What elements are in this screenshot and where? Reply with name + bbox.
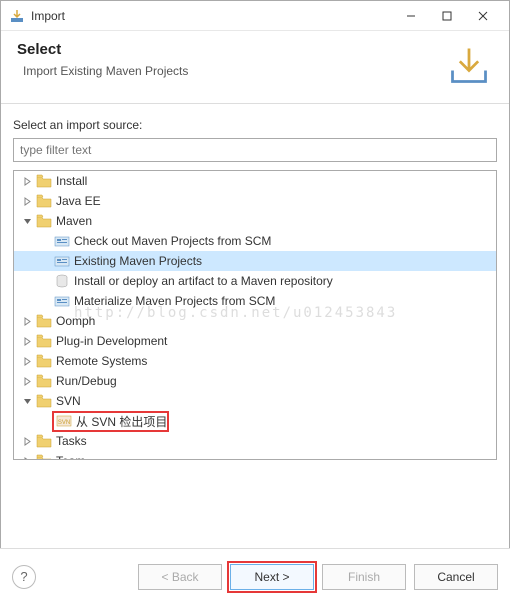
scm-icon xyxy=(54,234,70,248)
tree-item-label: Materialize Maven Projects from SCM xyxy=(74,294,275,308)
tree-item[interactable]: Team xyxy=(14,451,496,460)
folder-icon xyxy=(36,434,52,448)
finish-button[interactable]: Finish xyxy=(322,564,406,590)
wizard-content: Select an import source: Install Java EE M… xyxy=(1,104,509,468)
folder-icon xyxy=(36,214,52,228)
chevron-right-icon[interactable] xyxy=(20,434,34,448)
highlight-box: SVN 从 SVN 检出项目 xyxy=(52,411,169,432)
chevron-right-icon[interactable] xyxy=(20,374,34,388)
import-source-tree[interactable]: Install Java EE Maven Check out Maven Proje… xyxy=(13,170,497,460)
page-subtitle: Import Existing Maven Projects xyxy=(17,64,188,78)
folder-icon xyxy=(36,354,52,368)
tree-item-label: Remote Systems xyxy=(56,354,147,368)
help-button[interactable]: ? xyxy=(12,565,36,589)
import-wizard-icon xyxy=(9,8,25,24)
scm-icon xyxy=(54,254,70,268)
window-titlebar: Import xyxy=(1,1,509,31)
wizard-header: Select Import Existing Maven Projects xyxy=(1,31,509,104)
tree-item[interactable]: SVN xyxy=(14,391,496,411)
chevron-right-icon[interactable] xyxy=(20,454,34,460)
source-label: Select an import source: xyxy=(13,118,497,132)
chevron-right-icon[interactable] xyxy=(20,174,34,188)
close-button[interactable] xyxy=(465,2,501,30)
folder-icon xyxy=(36,334,52,348)
tree-item[interactable]: Existing Maven Projects xyxy=(14,251,496,271)
import-banner-icon xyxy=(445,41,493,89)
tree-item-label: Check out Maven Projects from SCM xyxy=(74,234,271,248)
tree-item-label: Tasks xyxy=(56,434,87,448)
chevron-right-icon[interactable] xyxy=(20,194,34,208)
chevron-right-icon[interactable] xyxy=(20,354,34,368)
tree-item[interactable]: Check out Maven Projects from SCM xyxy=(14,231,496,251)
tree-item[interactable]: Remote Systems xyxy=(14,351,496,371)
button-bar: ? < Back Next > Finish Cancel xyxy=(0,548,510,604)
tree-item-label: SVN xyxy=(56,394,81,408)
chevron-right-icon[interactable] xyxy=(20,314,34,328)
filter-input[interactable] xyxy=(13,138,497,162)
scm-icon xyxy=(54,294,70,308)
tree-item[interactable]: SVN 从 SVN 检出项目 xyxy=(14,411,496,431)
window-title: Import xyxy=(31,9,393,23)
svg-text:SVN: SVN xyxy=(58,420,70,426)
cancel-button[interactable]: Cancel xyxy=(414,564,498,590)
chevron-right-icon[interactable] xyxy=(20,334,34,348)
tree-item-label: Plug-in Development xyxy=(56,334,167,348)
tree-item[interactable]: Install or deploy an artifact to a Maven… xyxy=(14,271,496,291)
tree-item[interactable]: Run/Debug xyxy=(14,371,496,391)
chevron-down-icon[interactable] xyxy=(20,394,34,408)
tree-item[interactable]: Tasks xyxy=(14,431,496,451)
tree-item-label: Java EE xyxy=(56,194,101,208)
tree-item-label: Install or deploy an artifact to a Maven… xyxy=(74,274,333,288)
page-title: Select xyxy=(17,41,188,58)
tree-item-label: Existing Maven Projects xyxy=(74,254,202,268)
tree-item[interactable]: Oomph xyxy=(14,311,496,331)
tree-item[interactable]: Maven xyxy=(14,211,496,231)
tree-item-label: Maven xyxy=(56,214,92,228)
folder-icon xyxy=(36,374,52,388)
folder-icon xyxy=(36,394,52,408)
folder-icon xyxy=(36,174,52,188)
tree-item[interactable]: Plug-in Development xyxy=(14,331,496,351)
tree-item[interactable]: Install xyxy=(14,171,496,191)
tree-item-label: Install xyxy=(56,174,87,188)
folder-icon xyxy=(36,454,52,460)
folder-icon xyxy=(36,314,52,328)
chevron-down-icon[interactable] xyxy=(20,214,34,228)
tree-item-label: 从 SVN 检出项目 xyxy=(76,413,167,430)
next-button[interactable]: Next > xyxy=(230,564,314,590)
tree-item-label: Run/Debug xyxy=(56,374,117,388)
svn-icon: SVN xyxy=(56,414,72,428)
maximize-button[interactable] xyxy=(429,2,465,30)
tree-item-label: Team xyxy=(56,454,85,460)
tree-item-label: Oomph xyxy=(56,314,95,328)
minimize-button[interactable] xyxy=(393,2,429,30)
tree-item[interactable]: Java EE xyxy=(14,191,496,211)
folder-icon xyxy=(36,194,52,208)
jar-icon xyxy=(54,274,70,288)
back-button[interactable]: < Back xyxy=(138,564,222,590)
tree-item[interactable]: Materialize Maven Projects from SCM xyxy=(14,291,496,311)
